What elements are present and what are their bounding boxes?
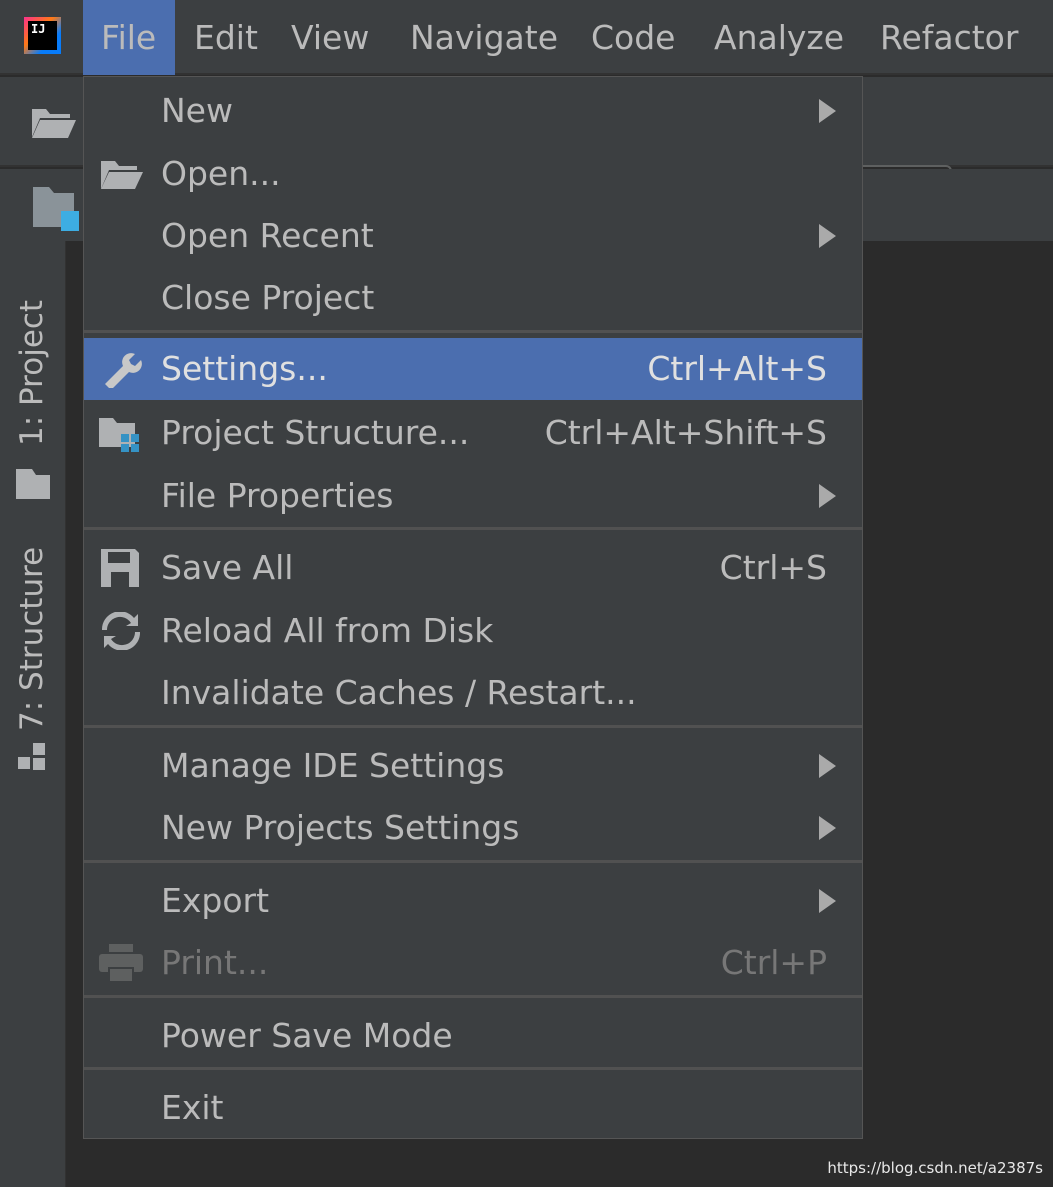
shortcut-label: Ctrl+Alt+Shift+S (544, 413, 827, 452)
project-folder-icon[interactable] (33, 187, 79, 231)
menu-item-file-properties[interactable]: File Properties (84, 465, 862, 527)
menu-item-invalidate-caches[interactable]: Invalidate Caches / Restart... (84, 662, 862, 724)
menu-item-reload-all[interactable]: Reload All from Disk (84, 600, 862, 662)
menu-item-label: Save All (161, 548, 294, 587)
menu-item-close-project[interactable]: Close Project (84, 267, 862, 329)
menu-item-settings[interactable]: Settings... Ctrl+Alt+S (84, 338, 862, 400)
menu-refactor[interactable]: Refactor (862, 0, 1036, 75)
menu-navigate[interactable]: Navigate (392, 0, 576, 75)
menu-item-label: New Projects Settings (161, 808, 520, 847)
menu-item-label: Settings... (161, 349, 328, 388)
tool-tab-structure-label: 7: Structure (14, 546, 50, 731)
menu-item-label: Print... (161, 943, 269, 982)
menu-item-label: Project Structure... (161, 413, 470, 452)
open-folder-icon (101, 161, 143, 189)
menu-view[interactable]: View (273, 0, 387, 75)
menu-edit[interactable]: Edit (176, 0, 276, 75)
menu-separator (84, 860, 862, 863)
folder-icon (16, 469, 50, 499)
tool-window-strip: 1: Project 7: Structure (0, 241, 66, 1187)
menu-separator (84, 330, 862, 333)
submenu-arrow-icon (819, 484, 836, 508)
submenu-arrow-icon (819, 816, 836, 840)
menu-item-label: File Properties (161, 476, 394, 515)
menu-item-label: Invalidate Caches / Restart... (161, 673, 637, 712)
menu-item-export[interactable]: Export (84, 870, 862, 932)
menu-item-label: Manage IDE Settings (161, 746, 505, 785)
watermark: https://blog.csdn.net/a2387s (827, 1159, 1043, 1177)
menu-item-label: Exit (161, 1088, 224, 1127)
submenu-arrow-icon (819, 889, 836, 913)
shortcut-label: Ctrl+P (720, 943, 827, 982)
open-folder-icon[interactable] (30, 107, 76, 139)
reload-icon (101, 612, 141, 650)
save-icon (101, 549, 139, 587)
shortcut-label: Ctrl+Alt+S (647, 349, 827, 388)
tool-tab-project-label: 1: Project (14, 299, 50, 446)
submenu-arrow-icon (819, 754, 836, 778)
structure-icon (18, 743, 45, 770)
shortcut-label: Ctrl+S (719, 548, 827, 587)
menu-analyze[interactable]: Analyze (696, 0, 862, 75)
project-structure-icon (99, 418, 139, 452)
menu-item-save-all[interactable]: Save All Ctrl+S (84, 537, 862, 599)
menu-item-label: Reload All from Disk (161, 611, 494, 650)
submenu-arrow-icon (819, 99, 836, 123)
menu-item-label: New (161, 91, 233, 130)
menu-item-open[interactable]: Open... (84, 143, 862, 205)
tool-tab-structure[interactable]: 7: Structure (0, 531, 66, 781)
menu-item-manage-ide-settings[interactable]: Manage IDE Settings (84, 735, 862, 797)
menu-item-exit[interactable]: Exit (84, 1077, 862, 1139)
file-menu-dropdown: New Open... Open Recent Close Project Se… (83, 76, 863, 1139)
menu-item-label: Open Recent (161, 216, 374, 255)
menu-separator (84, 527, 862, 530)
menu-item-project-structure[interactable]: Project Structure... Ctrl+Alt+Shift+S (84, 402, 862, 464)
wrench-icon (105, 353, 142, 388)
menu-separator (84, 725, 862, 728)
tool-tab-project[interactable]: 1: Project (0, 271, 66, 499)
submenu-arrow-icon (819, 224, 836, 248)
menu-code[interactable]: Code (573, 0, 693, 75)
menu-item-new-projects-settings[interactable]: New Projects Settings (84, 797, 862, 859)
menu-item-label: Open... (161, 154, 281, 193)
menu-item-label: Close Project (161, 278, 375, 317)
intellij-logo-icon: IJ (24, 17, 61, 54)
menu-separator (84, 1067, 862, 1070)
printer-icon (99, 944, 143, 982)
menu-item-label: Export (161, 881, 270, 920)
menu-item-print: Print... Ctrl+P (84, 932, 862, 994)
menu-bar: IJ File Edit View Navigate Code Analyze … (0, 0, 1053, 75)
menu-file[interactable]: File (83, 0, 175, 75)
menu-item-open-recent[interactable]: Open Recent (84, 205, 862, 267)
menu-item-power-save-mode[interactable]: Power Save Mode (84, 1005, 862, 1067)
menu-item-label: Power Save Mode (161, 1016, 453, 1055)
menu-item-new[interactable]: New (84, 80, 862, 142)
menu-separator (84, 995, 862, 998)
